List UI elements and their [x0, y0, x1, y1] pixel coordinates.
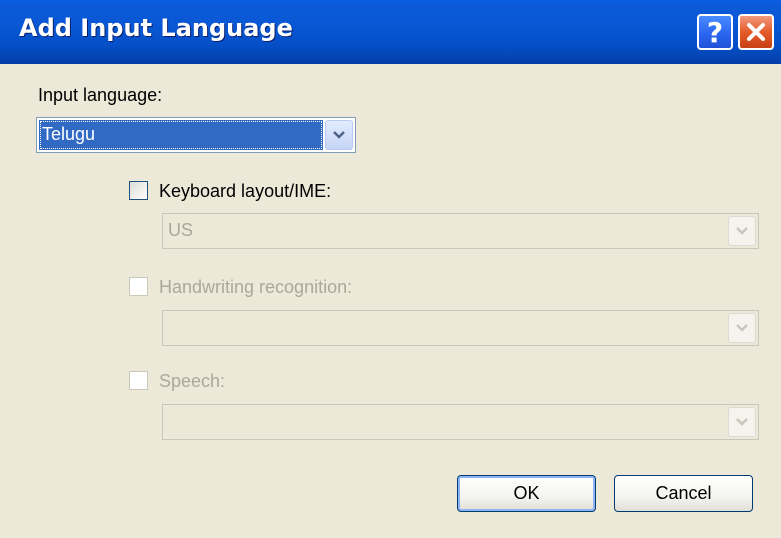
speech-dropdown-button[interactable]: [728, 407, 756, 437]
chevron-down-icon: [736, 227, 748, 235]
speech-label: Speech:: [159, 371, 226, 391]
keyboard-layout-value: US: [168, 220, 194, 240]
speech-checkbox[interactable]: [129, 371, 148, 390]
keyboard-layout-dropdown-button[interactable]: [728, 216, 756, 246]
keyboard-layout-label: Keyboard layout/IME:: [159, 181, 332, 201]
handwriting-value: [165, 313, 726, 343]
handwriting-label: Handwriting recognition:: [159, 277, 353, 297]
keyboard-layout-checkbox[interactable]: [129, 181, 148, 200]
handwriting-dropdown-button[interactable]: [728, 313, 756, 343]
chevron-down-icon: [736, 418, 748, 426]
help-icon: ?: [706, 15, 724, 49]
chevron-down-icon: [333, 131, 345, 139]
help-button[interactable]: ?: [697, 14, 733, 50]
title-bar[interactable]: Add Input Language ?: [0, 0, 781, 64]
close-icon: [747, 23, 765, 41]
input-language-label: Input language:: [38, 85, 163, 105]
speech-value: [165, 407, 726, 437]
ok-button[interactable]: OK: [457, 475, 596, 512]
keyboard-layout-combobox[interactable]: US: [162, 213, 759, 249]
dialog-body: Input language: Telugu Keyboard layout/I…: [0, 64, 781, 538]
chevron-down-icon: [736, 324, 748, 332]
close-button[interactable]: [738, 14, 774, 50]
input-language-dropdown-button[interactable]: [325, 120, 353, 150]
input-language-value: Telugu: [39, 120, 323, 150]
cancel-button[interactable]: Cancel: [614, 475, 753, 512]
handwriting-combobox[interactable]: [162, 310, 759, 346]
handwriting-checkbox[interactable]: [129, 277, 148, 296]
window-title: Add Input Language: [19, 14, 293, 42]
speech-combobox[interactable]: [162, 404, 759, 440]
input-language-combobox[interactable]: Telugu: [36, 117, 356, 153]
